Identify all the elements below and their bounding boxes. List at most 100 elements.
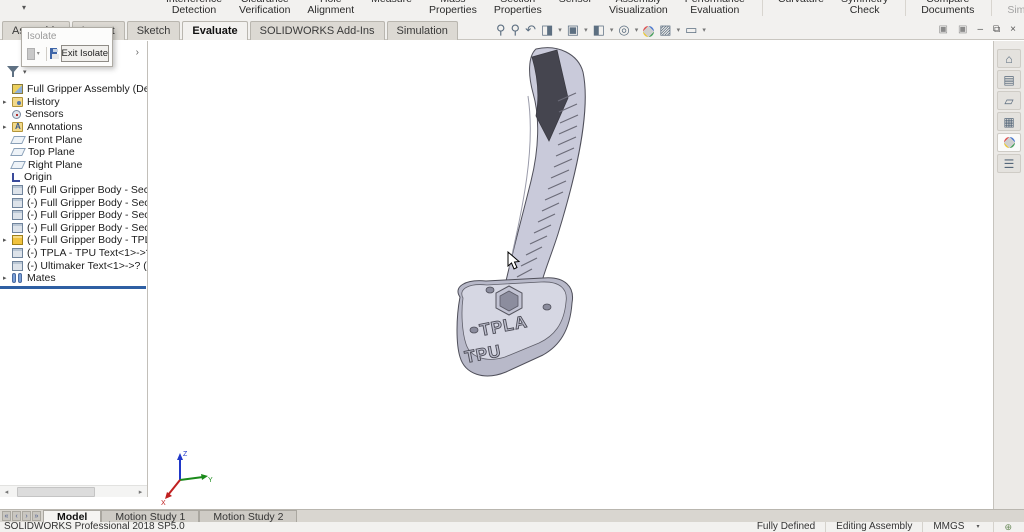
tree-item[interactable]: Full Gripper Assembly (Default<Disp [3,83,147,96]
tree-item[interactable]: ▸Annotations [3,121,147,134]
study-nav-icon[interactable]: ‹ [12,511,21,521]
doc-window2-icon[interactable]: ▣ [958,24,967,35]
dropdown-icon[interactable]: ▾ [584,26,588,34]
tab-sketch[interactable]: Sketch [127,21,181,40]
hide-show-items-icon[interactable]: ◎ [618,22,629,38]
expander-icon[interactable]: ▸ [3,236,12,244]
panel-horizontal-scrollbar[interactable]: ◂ ▸ [0,485,147,497]
tab-motion-study-2[interactable]: Motion Study 2 [199,510,297,522]
dropdown-icon[interactable]: ▾ [558,26,562,34]
view-settings-icon[interactable]: ▭ [685,22,697,38]
ribbon-item[interactable]: SymmetryCheck [841,0,888,16]
display-style-icon[interactable]: ◧ [593,22,605,38]
study-nav-icon[interactable]: › [22,511,31,521]
tree-item[interactable]: (-) Full Gripper Body - Section D - [3,222,147,235]
solidworks-resources-icon[interactable]: ⌂ [997,49,1021,68]
expander-icon[interactable]: ▸ [3,123,12,131]
filter-icon[interactable] [7,65,20,78]
apply-scene-icon[interactable]: ▨ [659,22,671,37]
tree-item[interactable]: Top Plane [3,146,147,159]
ribbon-item[interactable]: Measure [371,0,412,16]
tree-item[interactable]: Front Plane [3,133,147,146]
tree-item[interactable]: Right Plane [3,159,147,172]
hide-show-items-icon[interactable]: ◎ [618,22,629,37]
dropdown-icon[interactable]: ▾ [702,26,706,34]
custom-properties-icon[interactable]: ☰ [997,154,1021,173]
study-nav-icon[interactable]: « [2,511,11,521]
display-style-icon[interactable]: ◧ [593,22,605,37]
filter-dropdown-icon[interactable]: ▾ [23,68,27,76]
view-palette-icon[interactable]: ▦ [997,112,1021,131]
previous-view-icon[interactable]: ↶ [525,22,536,37]
ribbon-item[interactable]: HoleAlignment [307,0,354,16]
tab-evaluate[interactable]: Evaluate [182,21,247,40]
tree-item[interactable]: ▸Mates [3,272,147,285]
save-isolate-icon[interactable] [50,48,56,59]
tree-item[interactable]: (f) Full Gripper Body - Section A< [3,184,147,197]
tab-simulation[interactable]: Simulation [387,21,458,40]
ribbon-item[interactable]: Simulation Connector [991,0,1024,16]
feature-manager-panel: › ▾ Full Gripper Assembly (Default<Disp▸… [0,41,148,497]
zoom-fit-icon[interactable]: ⚲ [496,22,506,38]
dropdown-icon[interactable]: ▾ [610,26,614,34]
tree-item[interactable]: (-) Full Gripper Body - Section B< [3,196,147,209]
doc-window-icon[interactable]: ▣ [939,24,948,35]
view-orientation-icon[interactable]: ▣ [567,22,579,37]
ribbon-item[interactable]: Sensor [559,0,592,16]
tree-item[interactable]: Sensors [3,108,147,121]
zoom-to-area-icon[interactable]: ⚲ [511,22,521,37]
tree-item[interactable]: (-) Full Gripper Body - Section C< [3,209,147,222]
design-library-icon[interactable]: ▤ [997,70,1021,89]
edit-appearance-icon[interactable] [643,26,654,37]
study-nav-icon[interactable]: » [32,511,41,521]
ribbon-overflow-icon[interactable]: ▾ [22,3,26,12]
tree-item[interactable]: ▸History [3,96,147,109]
ribbon-item[interactable]: MassProperties [429,0,477,16]
edit-appearance-icon[interactable] [643,23,654,38]
close-icon[interactable]: × [1010,24,1016,35]
gripper-model[interactable]: TPLA TPU [457,48,585,376]
restore-icon[interactable]: ⧉ [993,24,1000,35]
appearances-icon[interactable] [997,133,1021,152]
scroll-left-icon[interactable]: ◂ [0,488,13,496]
plane-icon [10,161,26,169]
graphics-viewport[interactable]: TPLA TPU Z Y X [149,41,993,509]
status-units[interactable]: MMGS [923,522,974,532]
panel-flyout-icon[interactable]: › [136,47,139,58]
expander-icon[interactable]: ▸ [3,274,12,282]
view-orientation-icon[interactable]: ▣ [567,22,579,38]
view-settings-icon[interactable]: ▭ [685,22,697,37]
zoom-fit-icon[interactable]: ⚲ [496,22,506,37]
ribbon-item[interactable]: ClearanceVerification [239,0,290,16]
status-tag-icon[interactable]: ⊕ [1004,522,1012,532]
rollback-bar[interactable] [0,286,146,289]
ribbon-item[interactable]: AssemblyVisualization [609,0,668,16]
section-view-icon[interactable]: ◨ [541,22,553,37]
tree-item[interactable]: (-) Ultimaker Text<1>->? (Default [3,259,147,272]
apply-scene-icon[interactable]: ▨ [659,22,671,38]
section-view-icon[interactable]: ◨ [541,22,553,38]
ribbon-item[interactable]: SectionProperties [494,0,542,16]
tree-item[interactable]: Origin [3,171,147,184]
ribbon-item[interactable]: CompareDocuments▾ [905,0,974,16]
scroll-right-icon[interactable]: ▸ [134,488,147,496]
dropdown-icon[interactable]: ▾ [635,26,639,34]
isolate-transparency-icon[interactable] [27,48,35,60]
scrollbar-thumb[interactable] [17,487,95,497]
tab-solidworks-add-ins[interactable]: SOLIDWORKS Add-Ins [250,21,385,40]
tree-item[interactable]: (-) TPLA - TPU Text<1>->? (Defau [3,247,147,260]
ribbon-item[interactable]: InterferenceDetection [166,0,222,16]
ribbon-item[interactable]: Curvature [762,0,824,16]
file-explorer-icon[interactable]: ▱ [997,91,1021,110]
tree-item[interactable]: ▸(-) Full Gripper Body - TPLA-TPU L [3,234,147,247]
dropdown-icon[interactable]: ▾ [677,26,681,34]
exit-isolate-button[interactable]: Exit Isolate [61,45,109,62]
minimize-icon[interactable]: – [977,24,983,35]
zoom-to-area-icon[interactable]: ⚲ [511,22,521,38]
ribbon-item[interactable]: PerformanceEvaluation [685,0,745,16]
previous-view-icon[interactable]: ↶ [525,22,536,38]
isolate-dropdown-icon[interactable]: ▾ [37,50,40,57]
units-dropdown-icon[interactable]: ▾ [976,522,979,532]
tree-item-label: Full Gripper Assembly (Default<Disp [27,83,147,95]
expander-icon[interactable]: ▸ [3,98,12,106]
